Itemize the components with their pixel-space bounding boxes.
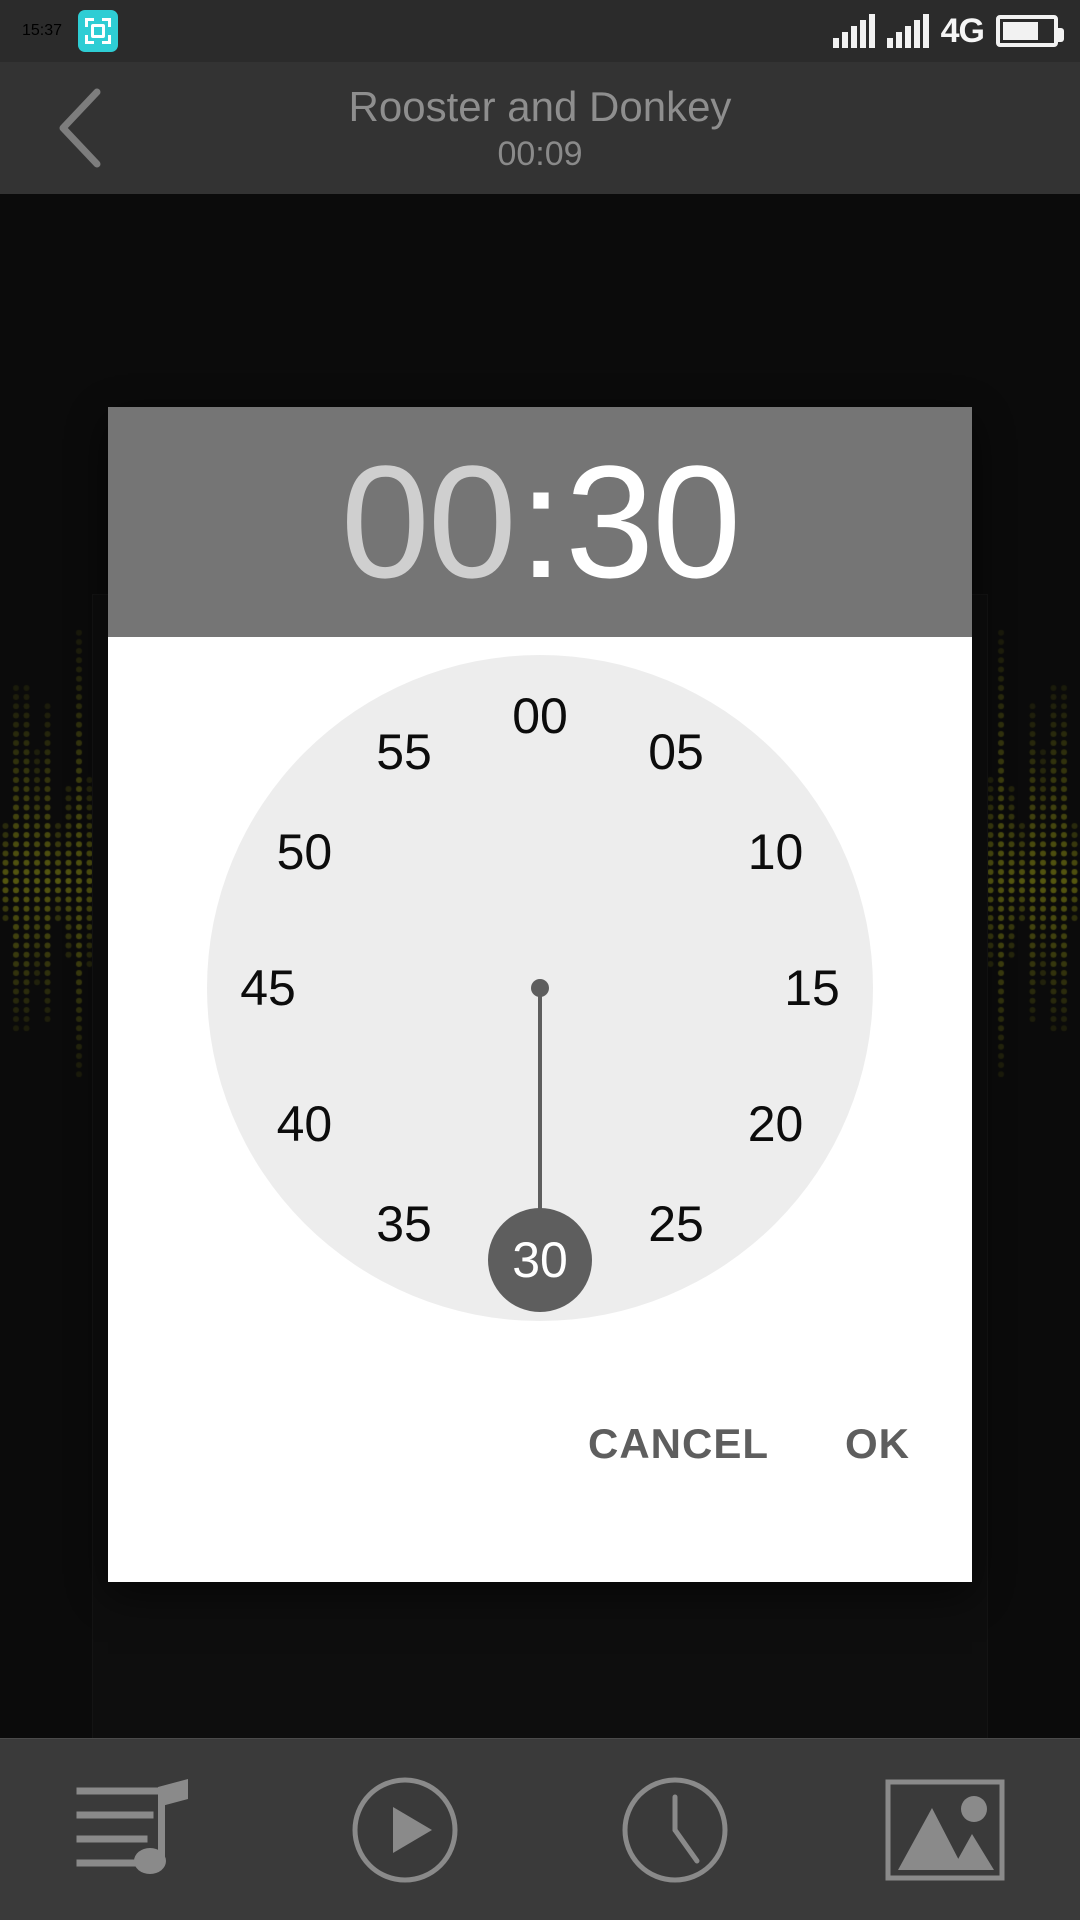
clock-face[interactable]: 00 05 10 15 20 25 30 35 40 45 50 55 bbox=[207, 655, 873, 1321]
playlist-music-icon[interactable] bbox=[45, 1760, 225, 1900]
play-circle-icon[interactable] bbox=[315, 1760, 495, 1900]
clock-tick[interactable]: 50 bbox=[256, 804, 352, 900]
cancel-button[interactable]: CANCEL bbox=[588, 1420, 769, 1468]
clock-tick[interactable]: 05 bbox=[628, 704, 724, 800]
clock-tick[interactable]: 45 bbox=[220, 940, 316, 1036]
minutes-field[interactable]: 30 bbox=[565, 442, 741, 602]
app-bar-titles: Rooster and Donkey 00:09 bbox=[0, 62, 1080, 194]
ok-button[interactable]: OK bbox=[845, 1420, 910, 1468]
page-title: Rooster and Donkey bbox=[348, 82, 732, 130]
clock-tick[interactable]: 40 bbox=[256, 1076, 352, 1172]
time-picker-header: 00 : 30 bbox=[108, 407, 972, 637]
status-bar: 15:37 4G bbox=[0, 0, 1080, 62]
bottom-navigation-bar bbox=[0, 1738, 1080, 1920]
status-clock: 15:37 bbox=[22, 22, 63, 39]
clock-tick[interactable]: 20 bbox=[728, 1076, 824, 1172]
signal-bars-icon bbox=[832, 14, 875, 48]
time-display: 00 : 30 bbox=[341, 432, 741, 611]
signal-bars-icon bbox=[886, 14, 929, 48]
clock-tick[interactable]: 35 bbox=[356, 1176, 452, 1272]
battery-icon bbox=[996, 15, 1064, 47]
image-picture-icon[interactable] bbox=[855, 1760, 1035, 1900]
clock-tick[interactable]: 00 bbox=[492, 668, 588, 764]
clock-tick[interactable]: 55 bbox=[356, 704, 452, 800]
clock-tick-selected[interactable]: 30 bbox=[488, 1208, 592, 1312]
clock-face-wrapper: 00 05 10 15 20 25 30 35 40 45 50 55 bbox=[108, 637, 972, 1367]
track-elapsed-time: 00:09 bbox=[497, 134, 583, 173]
network-type-label: 4G bbox=[940, 11, 985, 50]
hours-field[interactable]: 00 bbox=[341, 442, 517, 602]
clock-tick[interactable]: 10 bbox=[728, 804, 824, 900]
clock-tick[interactable]: 15 bbox=[764, 940, 860, 1036]
clock-center-dot bbox=[531, 979, 549, 997]
time-picker-dialog: 00 : 30 00 05 10 15 20 25 30 35 40 45 50 55 CANCEL … bbox=[108, 407, 972, 1582]
clock-tick[interactable]: 25 bbox=[628, 1176, 724, 1272]
app-bar: Rooster and Donkey 00:09 bbox=[0, 62, 1080, 194]
dialog-actions: CANCEL OK bbox=[108, 1392, 972, 1582]
status-indicators: 4G bbox=[832, 11, 1064, 51]
clock-timer-icon[interactable] bbox=[585, 1760, 765, 1900]
screenshot-capture-icon[interactable] bbox=[78, 10, 119, 52]
time-separator: : bbox=[518, 432, 563, 611]
